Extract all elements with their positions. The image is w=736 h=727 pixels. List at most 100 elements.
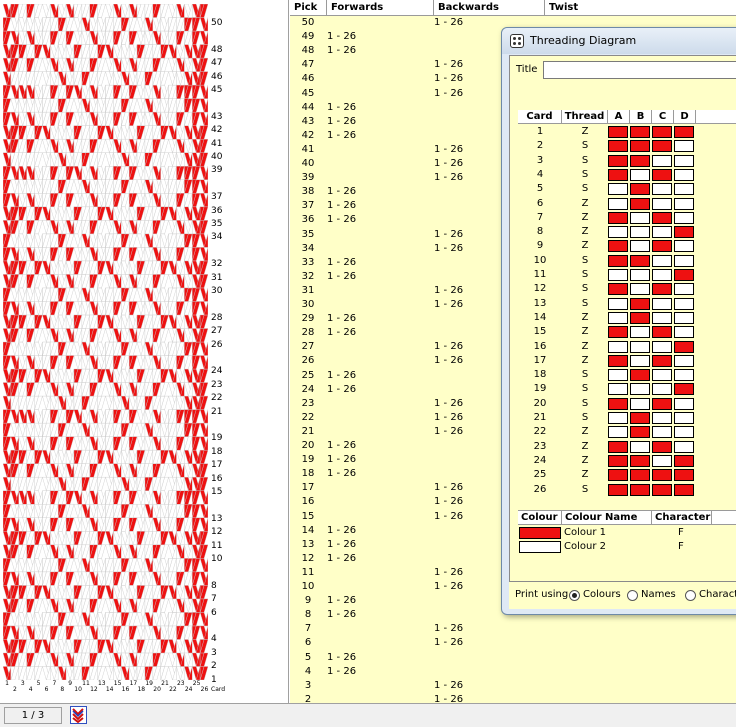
hole-a-colour-cell[interactable] (608, 297, 628, 310)
hole-a-colour-cell[interactable] (608, 154, 628, 167)
card-row[interactable]: 13 S (518, 297, 736, 311)
hole-c-colour-cell[interactable] (652, 197, 672, 210)
card-thread-direction[interactable]: S (562, 154, 608, 168)
card-thread-direction[interactable]: S (562, 397, 608, 411)
card-row[interactable]: 6Z (518, 197, 736, 211)
print-option-colours-label[interactable]: Colours (583, 589, 621, 600)
colour-row[interactable]: Colour 1 F (518, 526, 736, 540)
print-option-characters-radio[interactable] (685, 590, 696, 601)
hole-c-colour-cell[interactable] (652, 440, 672, 453)
hole-d-colour-cell[interactable] (674, 140, 694, 153)
card-thread-direction[interactable]: S (562, 254, 608, 268)
hole-a-colour-cell[interactable] (608, 426, 628, 439)
hole-a-colour-cell[interactable] (608, 183, 628, 196)
card-thread-direction[interactable]: S (562, 483, 608, 497)
hole-a-colour-cell[interactable] (608, 340, 628, 353)
hole-a-colour-cell[interactable] (608, 240, 628, 253)
hole-d-colour-cell[interactable] (674, 226, 694, 239)
hole-b-colour-cell[interactable] (630, 283, 650, 296)
hole-d-colour-cell[interactable] (674, 326, 694, 339)
hole-a-colour-cell[interactable] (608, 412, 628, 424)
card-row[interactable]: 2S (518, 139, 736, 153)
card-row[interactable]: 16 Z (518, 340, 736, 354)
hole-d-colour-cell[interactable] (674, 383, 694, 396)
hole-a-colour-cell[interactable] (608, 369, 628, 382)
column-header-colour[interactable]: Colour (518, 511, 562, 525)
card-thread-direction[interactable]: S (562, 182, 608, 196)
column-header-hole-d[interactable]: D (674, 110, 696, 124)
card-thread-direction[interactable]: S (562, 268, 608, 282)
card-thread-direction[interactable]: S (562, 382, 608, 396)
hole-a-colour-cell[interactable] (608, 211, 628, 224)
print-option-colours-radio[interactable] (569, 590, 580, 601)
card-thread-direction[interactable]: Z (562, 340, 608, 354)
hole-a-colour-cell[interactable] (608, 269, 628, 281)
card-row[interactable]: 8Z (518, 225, 736, 239)
card-thread-direction[interactable]: Z (562, 468, 608, 482)
hole-b-colour-cell[interactable] (630, 483, 650, 496)
print-option-names-label[interactable]: Names (641, 589, 676, 600)
hole-b-colour-cell[interactable] (630, 269, 650, 281)
hole-c-colour-cell[interactable] (652, 469, 672, 482)
hole-c-colour-cell[interactable] (652, 154, 672, 167)
card-thread-direction[interactable]: Z (562, 425, 608, 439)
column-header-pick[interactable]: Pick (290, 0, 327, 16)
hole-b-colour-cell[interactable] (630, 240, 650, 253)
hole-d-colour-cell[interactable] (674, 340, 694, 353)
card-thread-direction[interactable]: Z (562, 325, 608, 339)
card-row[interactable]: 18 S (518, 368, 736, 382)
hole-b-colour-cell[interactable] (630, 154, 650, 167)
card-thread-direction[interactable]: S (562, 168, 608, 182)
card-thread-direction[interactable]: Z (562, 197, 608, 211)
hole-a-colour-cell[interactable] (608, 454, 628, 467)
hole-a-colour-cell[interactable] (608, 254, 628, 267)
hole-d-colour-cell[interactable] (674, 211, 694, 224)
card-row[interactable]: 9Z (518, 239, 736, 253)
column-header-card[interactable]: Card (518, 110, 562, 124)
card-thread-direction[interactable]: S (562, 297, 608, 311)
pick-row[interactable]: 3 1 - 26 (290, 679, 736, 693)
hole-b-colour-cell[interactable] (630, 211, 650, 224)
card-thread-direction[interactable]: S (562, 139, 608, 153)
card-row[interactable]: 24 Z (518, 454, 736, 468)
hole-d-colour-cell[interactable] (674, 397, 694, 410)
pick-row[interactable]: 5 1 - 26 (290, 651, 736, 665)
hole-b-colour-cell[interactable] (630, 383, 650, 396)
card-row[interactable]: 23 Z (518, 440, 736, 454)
hole-b-colour-cell[interactable] (630, 469, 650, 482)
colour-swatch[interactable] (519, 541, 561, 553)
hole-d-colour-cell[interactable] (674, 168, 694, 181)
hole-a-colour-cell[interactable] (608, 383, 628, 396)
colour-swatch[interactable] (519, 527, 561, 539)
hole-c-colour-cell[interactable] (652, 183, 672, 196)
card-row[interactable]: 20 S (518, 397, 736, 411)
hole-b-colour-cell[interactable] (630, 311, 650, 324)
card-thread-direction[interactable]: Z (562, 354, 608, 368)
hole-a-colour-cell[interactable] (608, 226, 628, 239)
print-option-names-radio[interactable] (627, 590, 638, 601)
pick-row[interactable]: 7 1 - 26 (290, 622, 736, 636)
column-header-character[interactable]: Character (652, 511, 712, 525)
hole-d-colour-cell[interactable] (674, 412, 694, 424)
card-row[interactable]: 26 S (518, 483, 736, 497)
card-row[interactable]: 19 S (518, 382, 736, 396)
pick-row[interactable]: 6 1 - 26 (290, 636, 736, 650)
hole-c-colour-cell[interactable] (652, 326, 672, 339)
print-option-characters-label[interactable]: Characters (699, 589, 736, 600)
hole-c-colour-cell[interactable] (652, 397, 672, 410)
pattern-preview-pane[interactable]: 50 48 47 46 45 43 42 41 40 39 37 36 35 34 32 31 30 28 27 26… (0, 0, 289, 703)
card-thread-direction[interactable]: Z (562, 225, 608, 239)
hole-a-colour-cell[interactable] (608, 397, 628, 410)
card-row[interactable]: 25 Z (518, 468, 736, 482)
window-titlebar[interactable]: Threading Diagram (502, 28, 736, 54)
hole-b-colour-cell[interactable] (630, 412, 650, 424)
hole-d-colour-cell[interactable] (674, 283, 694, 296)
hole-c-colour-cell[interactable] (652, 412, 672, 424)
hole-a-colour-cell[interactable] (608, 469, 628, 482)
hole-c-colour-cell[interactable] (652, 140, 672, 153)
hole-d-colour-cell[interactable] (674, 426, 694, 439)
card-row[interactable]: 17 Z (518, 354, 736, 368)
hole-c-colour-cell[interactable] (652, 240, 672, 253)
hole-b-colour-cell[interactable] (630, 168, 650, 181)
hole-d-colour-cell[interactable] (674, 297, 694, 310)
